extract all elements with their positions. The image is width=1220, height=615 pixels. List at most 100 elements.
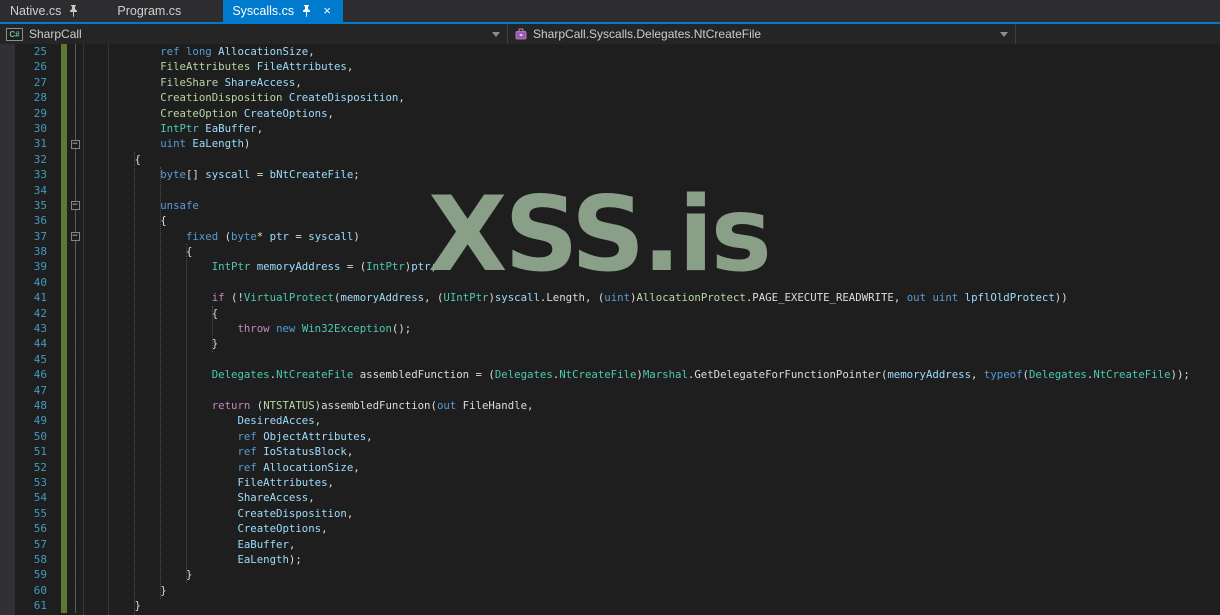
code-line[interactable] bbox=[83, 383, 1220, 398]
code-line-row: 51 ref IoStatusBlock, bbox=[0, 444, 1220, 460]
tab-syscalls-cs[interactable]: Syscalls.cs × bbox=[223, 0, 344, 22]
project-dropdown[interactable]: C# SharpCall bbox=[0, 24, 508, 44]
code-line[interactable]: Delegates.NtCreateFile assembledFunction… bbox=[83, 367, 1220, 382]
code-line[interactable]: EaLength); bbox=[83, 552, 1220, 567]
code-line-row: 59 } bbox=[0, 567, 1220, 583]
member-dropdown[interactable]: SharpCall.Syscalls.Delegates.NtCreateFil… bbox=[508, 24, 1016, 44]
code-line[interactable]: fixed (byte* ptr = syscall) bbox=[83, 229, 1220, 244]
code-line[interactable]: CreateOptions, bbox=[83, 521, 1220, 536]
code-line[interactable]: unsafe bbox=[83, 198, 1220, 213]
fold-margin bbox=[67, 305, 83, 322]
code-rows: 25 ref long AllocationSize, 26 FileAttrib… bbox=[0, 44, 1220, 614]
fold-margin bbox=[67, 428, 83, 445]
code-line-row: 34 bbox=[0, 182, 1220, 198]
pin-icon[interactable] bbox=[301, 5, 312, 17]
code-line-row: 27 FileShare ShareAccess, bbox=[0, 74, 1220, 91]
code-line-row: 57 EaBuffer, bbox=[0, 536, 1220, 552]
line-number: 52 bbox=[33, 460, 47, 474]
collapse-icon[interactable]: − bbox=[70, 231, 80, 241]
line-number: 36 bbox=[33, 214, 47, 228]
code-line[interactable]: byte[] syscall = bNtCreateFile; bbox=[83, 167, 1220, 182]
navigation-bar: C# SharpCall SharpCall.Syscalls.Delegate… bbox=[0, 24, 1220, 44]
fold-margin bbox=[67, 382, 83, 398]
code-line[interactable]: return (NTSTATUS)assembledFunction(out F… bbox=[83, 398, 1220, 413]
code-line[interactable]: ref AllocationSize, bbox=[83, 460, 1220, 475]
code-line-row: 31 − uint EaLength) bbox=[0, 136, 1220, 152]
fold-margin bbox=[67, 182, 83, 198]
code-line[interactable]: FileAttributes FileAttributes, bbox=[83, 59, 1220, 74]
line-number: 46 bbox=[33, 368, 47, 382]
code-line-row: 45 bbox=[0, 351, 1220, 368]
collapse-icon[interactable]: − bbox=[70, 201, 80, 211]
code-line[interactable]: ref ObjectAttributes, bbox=[83, 429, 1220, 444]
code-line-row: 26 FileAttributes FileAttributes, bbox=[0, 59, 1220, 75]
code-line[interactable] bbox=[83, 352, 1220, 367]
code-line-row: 52 ref AllocationSize, bbox=[0, 459, 1220, 475]
code-line[interactable] bbox=[83, 275, 1220, 290]
document-tab-strip: Native.cs Program.cs Syscalls.cs × bbox=[0, 0, 1220, 22]
line-number: 44 bbox=[33, 337, 47, 351]
code-line[interactable]: CreateDisposition, bbox=[83, 506, 1220, 521]
code-line[interactable]: { bbox=[83, 152, 1220, 167]
code-line[interactable]: ref IoStatusBlock, bbox=[83, 444, 1220, 459]
line-number: 50 bbox=[33, 429, 47, 443]
tab-program-cs[interactable]: Program.cs bbox=[103, 0, 195, 22]
code-line[interactable]: uint EaLength) bbox=[83, 136, 1220, 151]
line-number: 40 bbox=[33, 275, 47, 289]
code-line-row: 55 CreateDisposition, bbox=[0, 505, 1220, 522]
code-line[interactable]: ShareAccess, bbox=[83, 490, 1220, 505]
code-line[interactable]: FileAttributes, bbox=[83, 475, 1220, 490]
code-line[interactable]: } bbox=[83, 583, 1220, 598]
code-line[interactable]: CreationDisposition CreateDisposition, bbox=[83, 90, 1220, 105]
code-line[interactable]: { bbox=[83, 244, 1220, 259]
code-line[interactable]: } bbox=[83, 336, 1220, 351]
chevron-down-icon bbox=[1000, 32, 1008, 37]
line-number: 47 bbox=[33, 383, 47, 397]
line-number: 57 bbox=[33, 537, 47, 551]
fold-margin bbox=[67, 290, 83, 306]
line-number: 42 bbox=[33, 306, 47, 320]
close-icon[interactable]: × bbox=[320, 4, 334, 17]
code-line[interactable]: if (!VirtualProtect(memoryAddress, (UInt… bbox=[83, 290, 1220, 305]
line-number: 25 bbox=[33, 45, 47, 58]
fold-margin bbox=[67, 551, 83, 568]
code-line[interactable] bbox=[83, 183, 1220, 198]
code-line[interactable]: } bbox=[83, 598, 1220, 613]
code-line[interactable]: IntPtr memoryAddress = (IntPtr)ptr; bbox=[83, 259, 1220, 274]
collapse-icon[interactable]: − bbox=[70, 139, 80, 149]
code-line-row: 41 if (!VirtualProtect(memoryAddress, (U… bbox=[0, 290, 1220, 306]
code-line[interactable]: { bbox=[83, 306, 1220, 321]
line-number: 32 bbox=[33, 152, 47, 166]
code-line[interactable]: CreateOption CreateOptions, bbox=[83, 106, 1220, 121]
tab-label: Syscalls.cs bbox=[232, 4, 295, 18]
line-number: 27 bbox=[33, 75, 47, 89]
fold-margin bbox=[67, 521, 83, 537]
pin-icon[interactable] bbox=[68, 5, 79, 17]
fold-margin bbox=[67, 444, 83, 460]
code-line[interactable]: ref long AllocationSize, bbox=[83, 44, 1220, 59]
line-number: 39 bbox=[33, 260, 47, 274]
line-number: 38 bbox=[33, 245, 47, 259]
code-line-row: 54 ShareAccess, bbox=[0, 490, 1220, 506]
code-line-row: 58 EaLength); bbox=[0, 551, 1220, 568]
code-line-row: 60 } bbox=[0, 582, 1220, 599]
fold-margin bbox=[67, 167, 83, 183]
line-number: 43 bbox=[33, 322, 47, 336]
line-number: 41 bbox=[33, 291, 47, 305]
fold-margin bbox=[67, 90, 83, 106]
code-line[interactable]: EaBuffer, bbox=[83, 537, 1220, 552]
fold-margin bbox=[67, 105, 83, 121]
code-line[interactable]: FileShare ShareAccess, bbox=[83, 75, 1220, 90]
code-line-row: 30 IntPtr EaBuffer, bbox=[0, 120, 1220, 137]
code-line[interactable]: throw new Win32Exception(); bbox=[83, 321, 1220, 336]
code-line[interactable]: { bbox=[83, 213, 1220, 228]
code-line[interactable]: IntPtr EaBuffer, bbox=[83, 121, 1220, 136]
code-line[interactable]: } bbox=[83, 567, 1220, 582]
code-line-row: 56 CreateOptions, bbox=[0, 521, 1220, 537]
fold-margin bbox=[67, 336, 83, 352]
tab-native-cs[interactable]: Native.cs bbox=[0, 0, 89, 22]
code-line[interactable]: DesiredAcces, bbox=[83, 413, 1220, 428]
code-editor[interactable]: 25 ref long AllocationSize, 26 FileAttrib… bbox=[0, 44, 1220, 615]
tab-label: Program.cs bbox=[117, 4, 182, 18]
fold-margin bbox=[67, 490, 83, 506]
